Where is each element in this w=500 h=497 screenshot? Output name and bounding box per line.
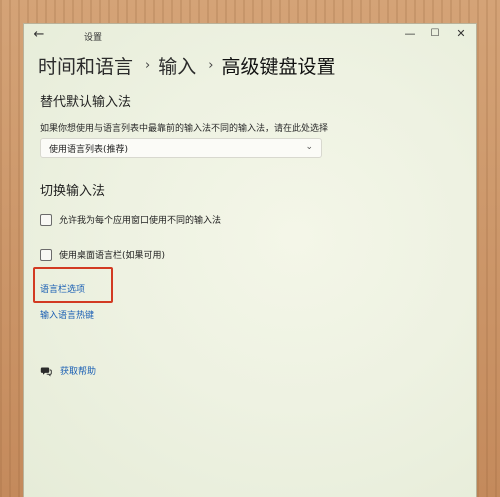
per-app-input-checkbox[interactable] xyxy=(40,213,52,226)
get-help-row[interactable]: 获取帮助 xyxy=(40,364,96,377)
title-bar: ← 设置 — ☐ ✕ xyxy=(24,24,476,46)
chevron-right-icon: › xyxy=(208,57,214,73)
default-input-method-dropdown[interactable]: 使用语言列表(推荐) ⌄ xyxy=(40,138,322,158)
back-arrow-icon[interactable]: ← xyxy=(32,28,46,41)
per-app-input-checkbox-row[interactable]: 允许我为每个应用窗口使用不同的输入法 xyxy=(40,213,221,226)
close-button[interactable]: ✕ xyxy=(448,26,474,42)
get-help-link[interactable]: 获取帮助 xyxy=(60,364,96,377)
dropdown-selected-value: 使用语言列表(推荐) xyxy=(49,144,129,155)
override-section-title: 替代默认输入法 xyxy=(40,95,132,110)
per-app-input-label: 允许我为每个应用窗口使用不同的输入法 xyxy=(59,216,222,226)
desktop-language-bar-checkbox[interactable] xyxy=(40,248,52,261)
language-bar-options-link[interactable]: 语言栏选项 xyxy=(40,282,85,295)
desktop-language-bar-checkbox-row[interactable]: 使用桌面语言栏(如果可用) xyxy=(40,248,165,261)
switch-section-title: 切换输入法 xyxy=(40,184,106,199)
breadcrumb-time-language[interactable]: 时间和语言 xyxy=(38,52,133,79)
chevron-down-icon: ⌄ xyxy=(305,142,313,152)
settings-window: ← 设置 — ☐ ✕ 时间和语言 › 输入 › 高级键盘设置 替代默认输入法 如… xyxy=(23,23,477,497)
desktop-language-bar-label: 使用桌面语言栏(如果可用) xyxy=(59,251,166,261)
chevron-right-icon: › xyxy=(145,57,151,73)
override-description: 如果你想使用与语言列表中最靠前的输入法不同的输入法，请在此处选择 xyxy=(40,124,329,134)
maximize-button[interactable]: ☐ xyxy=(422,26,448,42)
breadcrumb-input[interactable]: 输入 xyxy=(158,52,196,79)
minimize-button[interactable]: — xyxy=(397,26,423,42)
window-title: 设置 xyxy=(84,33,103,43)
input-language-hotkeys-link[interactable]: 输入语言热键 xyxy=(40,308,94,321)
breadcrumb: 时间和语言 › 输入 › 高级键盘设置 xyxy=(38,52,335,78)
page-title: 高级键盘设置 xyxy=(221,55,336,78)
help-chat-icon xyxy=(40,365,52,377)
